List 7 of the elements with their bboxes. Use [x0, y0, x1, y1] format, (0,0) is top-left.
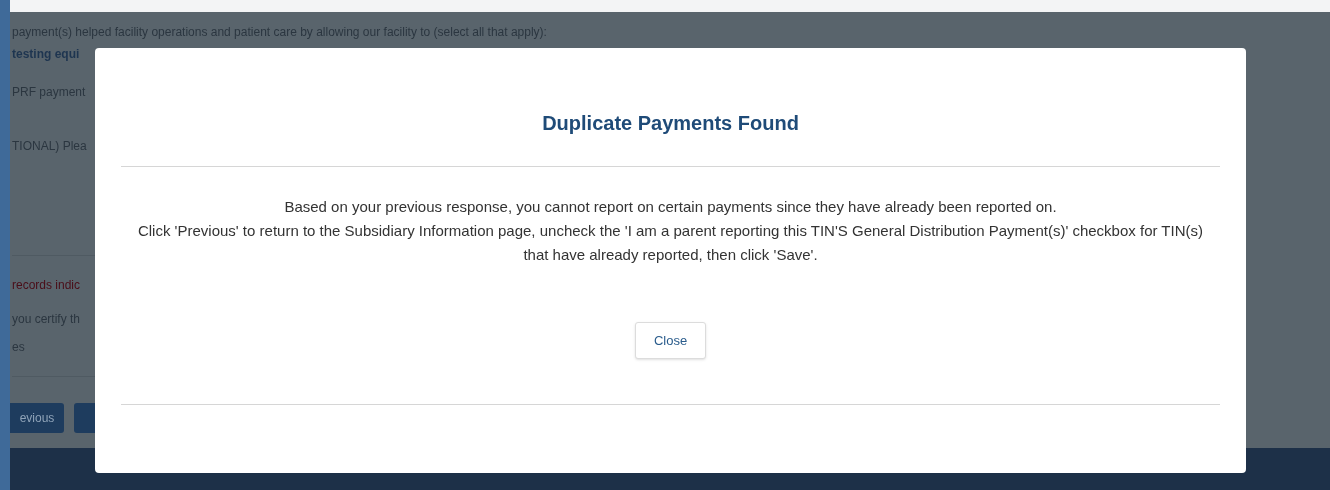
modal-message: Based on your previous response, you cannot report on certain payments since they have already been reported on. Click 'Previous' to return to the Subsidiary Information page, uncheck the 'I am a parent reporting this TIN'S General Distribution Payment(s)' checkbox for TIN(s) that have already reported, then click 'Save'.: [136, 197, 1205, 265]
save-button[interactable]: [74, 403, 95, 433]
close-button[interactable]: Close: [634, 322, 707, 359]
previous-button[interactable]: evious: [10, 403, 64, 433]
selected-option: testing equi: [12, 45, 80, 63]
warning-text: records indic: [12, 277, 81, 294]
modal-title: Duplicate Payments Found: [542, 111, 799, 136]
